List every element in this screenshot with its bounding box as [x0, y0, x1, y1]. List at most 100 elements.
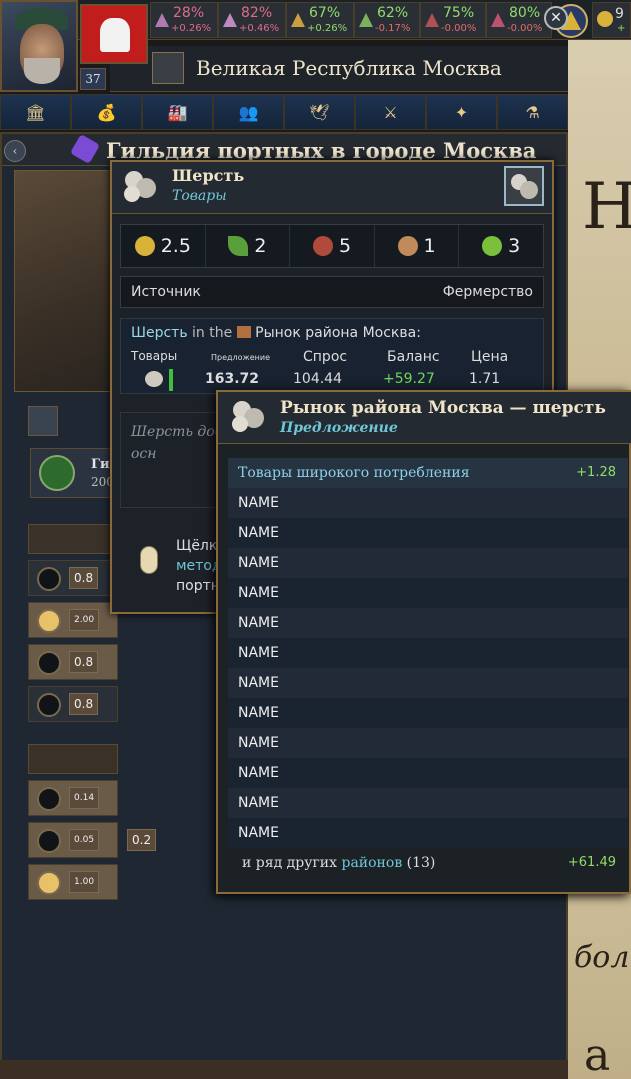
production-method-row[interactable]: 0.05 0.2	[28, 822, 157, 858]
society-tab[interactable]: 👥	[213, 94, 284, 130]
lock-icon[interactable]	[28, 406, 58, 436]
col-goods: Товары	[131, 349, 178, 363]
tooltip-header: Рынок района Москва — шерсть Предложение	[218, 392, 631, 444]
wool-small-icon	[145, 371, 163, 387]
radio-button[interactable]	[37, 651, 61, 675]
col-balance: Баланс	[387, 349, 440, 365]
districts-link[interactable]: районов	[341, 855, 402, 871]
cost-value: 1	[423, 235, 436, 257]
production-method-row[interactable]: 0.8	[28, 686, 118, 722]
input-amount: 0.8	[69, 567, 99, 589]
stat-delta: +0.26%	[307, 23, 348, 34]
gold-delta: +	[617, 23, 626, 34]
production-method-row[interactable]: 1.00	[28, 864, 118, 900]
diplomacy-tab[interactable]: ✦	[426, 94, 497, 130]
source-row: Источник Фермерство	[120, 276, 544, 308]
chevron-left-icon: ‹	[12, 144, 18, 158]
market-summary: Шерсть in the Рынок района Москва: Товар…	[120, 318, 544, 394]
religion-tab[interactable]: 🕊	[284, 94, 355, 130]
ruler-portrait[interactable]	[0, 0, 78, 92]
guild-info[interactable]: Гил 200	[30, 448, 119, 498]
footer-value: +61.49	[567, 855, 616, 870]
wool-icon	[124, 171, 156, 202]
input-amount: 2.00	[69, 609, 100, 631]
supply-bar	[169, 369, 173, 391]
trade-tab[interactable]: 💰	[71, 94, 142, 130]
back-button[interactable]: ‹	[4, 140, 26, 162]
close-button[interactable]: ✕	[544, 6, 568, 30]
happiness-icon	[491, 13, 505, 27]
radio-button[interactable]	[37, 829, 61, 853]
stat-value: 62%	[377, 5, 409, 21]
source-value: Фермерство	[442, 284, 533, 300]
close-icon: ✕	[550, 10, 562, 26]
stat-delta: +0.46%	[239, 23, 280, 34]
ruler-level: 37	[80, 68, 106, 90]
leaf-icon	[228, 236, 249, 256]
price-value: 1.71	[469, 371, 501, 387]
stat-stability[interactable]: 28% +0.26%	[150, 2, 218, 38]
guild-badge-icon	[39, 455, 75, 491]
list-item: NAME	[228, 548, 628, 578]
demand-value: 104.44	[293, 371, 342, 387]
stat-value: 67%	[309, 5, 341, 21]
military-tab[interactable]: ⚔	[355, 94, 426, 130]
radio-button[interactable]	[37, 787, 61, 811]
section-header	[28, 524, 118, 554]
guild-gem-icon	[69, 133, 101, 165]
stability-icon	[155, 13, 169, 27]
buildings-tab[interactable]: 🏭	[142, 94, 213, 130]
tooltip-subtitle: Товары	[172, 188, 227, 204]
footer-pre: и ряд других	[242, 855, 338, 871]
stat-legitimacy[interactable]: 82% +0.46%	[218, 2, 286, 38]
cost-item: 2	[206, 225, 291, 267]
production-method-row[interactable]: 0.8	[28, 644, 118, 680]
radio-button[interactable]	[37, 567, 61, 591]
production-method-row[interactable]: 0.8	[28, 560, 118, 596]
stat-value: 75%	[443, 5, 475, 21]
col-demand: Спрос	[303, 349, 348, 365]
category-tabs: 🏛 💰 🏭 👥 🕊 ⚔ ✦ ⚗	[0, 94, 568, 130]
country-flag[interactable]	[80, 4, 148, 64]
legitimacy-icon	[223, 13, 237, 27]
factory-icon: 🏭	[167, 102, 188, 122]
alchemy-tab[interactable]: ⚗	[497, 94, 568, 130]
input-amount: 0.05	[69, 829, 100, 851]
country-emblem-icon[interactable]	[152, 52, 184, 84]
col-supply: Предложение	[211, 353, 271, 362]
gold-value: 9	[615, 6, 624, 22]
map-label-h: H	[582, 170, 631, 244]
section-header	[28, 744, 118, 774]
country-header: Великая Республика Москва	[110, 46, 568, 92]
prosperity-icon	[359, 13, 373, 27]
tooltip-subtitle: Предложение	[280, 420, 398, 436]
radio-button[interactable]	[37, 609, 61, 633]
ruler-beard	[24, 58, 60, 84]
economy-tab[interactable]: 🏛	[0, 94, 71, 130]
stat-delta: -0.00%	[507, 23, 543, 34]
list-item: NAME	[228, 698, 628, 728]
stat-value: 28%	[173, 5, 205, 21]
flask-icon: ⚗	[525, 102, 540, 122]
list-item: NAME	[228, 728, 628, 758]
mouse-icon	[140, 546, 158, 574]
gold-stat[interactable]: 9 +	[592, 2, 631, 38]
apple-icon	[482, 236, 503, 256]
stat-delta: -0.17%	[375, 23, 411, 34]
stat-literacy[interactable]: 67% +0.26%	[286, 2, 354, 38]
input-amount: 1.00	[69, 871, 100, 893]
money-bag-icon: 💰	[96, 102, 117, 122]
cost-value: 3	[508, 235, 521, 257]
production-method-row[interactable]: 0.14	[28, 780, 118, 816]
bread-icon	[397, 236, 418, 256]
guild-illustration	[14, 170, 114, 392]
country-name: Великая Республика Москва	[196, 56, 502, 80]
stat-production[interactable]: 75% -0.00%	[420, 2, 486, 38]
cost-value: 2	[254, 235, 267, 257]
stat-happiness[interactable]: 80% -0.00%	[486, 2, 552, 38]
stat-prosperity[interactable]: 62% -0.17%	[354, 2, 420, 38]
radio-button[interactable]	[37, 693, 61, 717]
radio-button[interactable]	[37, 871, 61, 895]
item-value: +1.28	[576, 465, 616, 480]
production-method-row[interactable]: 2.00	[28, 602, 118, 638]
